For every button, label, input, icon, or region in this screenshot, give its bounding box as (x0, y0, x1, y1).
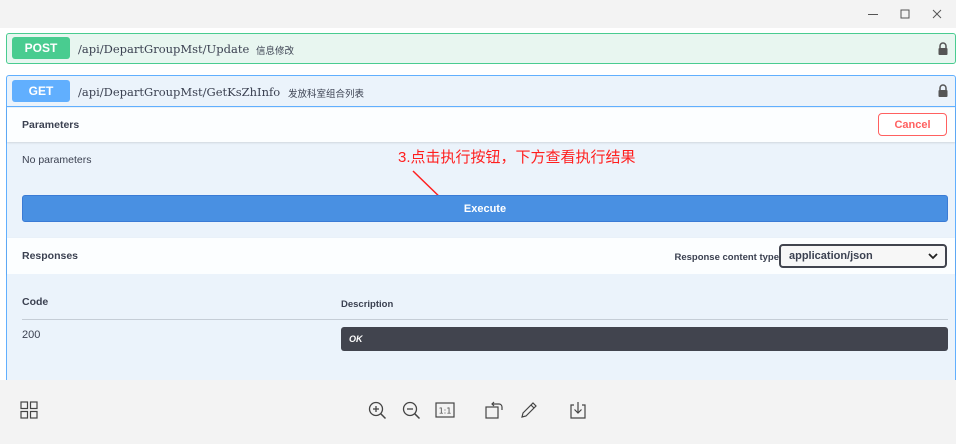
save-icon (570, 402, 586, 419)
image-viewport: POST /api/DepartGroupMst/Update 信息修改 GET… (0, 28, 956, 380)
post-method-badge: POST (12, 37, 70, 59)
grid-view-button[interactable] (18, 399, 40, 421)
get-operation-block: GET /api/DepartGroupMst/GetKsZhInfo 发放科室… (6, 75, 956, 380)
actual-size-button[interactable]: 1:1 (434, 399, 456, 421)
edit-button[interactable] (518, 399, 540, 421)
responses-title: Responses (22, 250, 79, 262)
zoom-in-icon (368, 401, 387, 420)
parameters-title: Parameters (22, 119, 80, 131)
cancel-button[interactable]: Cancel (878, 113, 947, 136)
chevron-down-icon (928, 253, 938, 260)
table-divider (22, 319, 948, 320)
response-content-type-select[interactable]: application/json (779, 244, 947, 268)
responses-table: Code Description 200 OK (7, 274, 955, 380)
no-parameters-text: No parameters (22, 154, 92, 166)
responses-header: Responses Response content type applicat… (7, 238, 955, 274)
post-operation-block: POST /api/DepartGroupMst/Update 信息修改 (6, 33, 956, 64)
title-bar (0, 0, 956, 28)
lock-icon[interactable] (937, 42, 949, 56)
get-operation-description: 发放科室组合列表 (288, 89, 365, 100)
get-operation-summary[interactable]: GET /api/DepartGroupMst/GetKsZhInfo 发放科室… (7, 76, 955, 107)
execute-button[interactable]: Execute (22, 195, 948, 222)
rotate-icon (485, 401, 503, 419)
rotate-button[interactable] (483, 399, 505, 421)
annotation-text: 3.点击执行按钮，下方查看执行结果 (398, 149, 636, 166)
description-column-header: Description (341, 299, 394, 310)
response-code: 200 (22, 329, 41, 341)
post-operation-summary[interactable]: POST /api/DepartGroupMst/Update 信息修改 (7, 34, 955, 64)
edit-icon (521, 402, 537, 418)
maximize-button[interactable] (890, 4, 920, 24)
minimize-button[interactable] (858, 4, 888, 24)
get-operation-path: /api/DepartGroupMst/GetKsZhInfo (78, 85, 281, 99)
actual-size-icon: 1:1 (435, 402, 455, 418)
response-content-type-label: Response content type (674, 252, 779, 263)
post-operation-path: /api/DepartGroupMst/Update (78, 42, 250, 56)
maximize-icon (900, 9, 910, 19)
response-description-box: OK (341, 327, 948, 351)
get-method-badge: GET (12, 80, 70, 102)
minimize-icon (868, 14, 878, 15)
save-button[interactable] (567, 399, 589, 421)
code-column-header: Code (22, 296, 49, 308)
viewer-toolbar: 1:1 (0, 380, 956, 444)
lock-icon[interactable] (937, 84, 949, 98)
parameters-header: Parameters Cancel (7, 108, 955, 142)
response-content-type-value: application/json (789, 250, 873, 262)
actual-size-label: 1:1 (439, 407, 452, 416)
zoom-out-button[interactable] (400, 399, 422, 421)
close-icon (932, 9, 942, 19)
close-button[interactable] (922, 4, 952, 24)
grid-view-icon (20, 401, 38, 419)
post-operation-description: 信息修改 (256, 46, 295, 57)
response-description: OK (349, 334, 363, 344)
zoom-in-button[interactable] (366, 399, 388, 421)
zoom-out-icon (402, 401, 421, 420)
